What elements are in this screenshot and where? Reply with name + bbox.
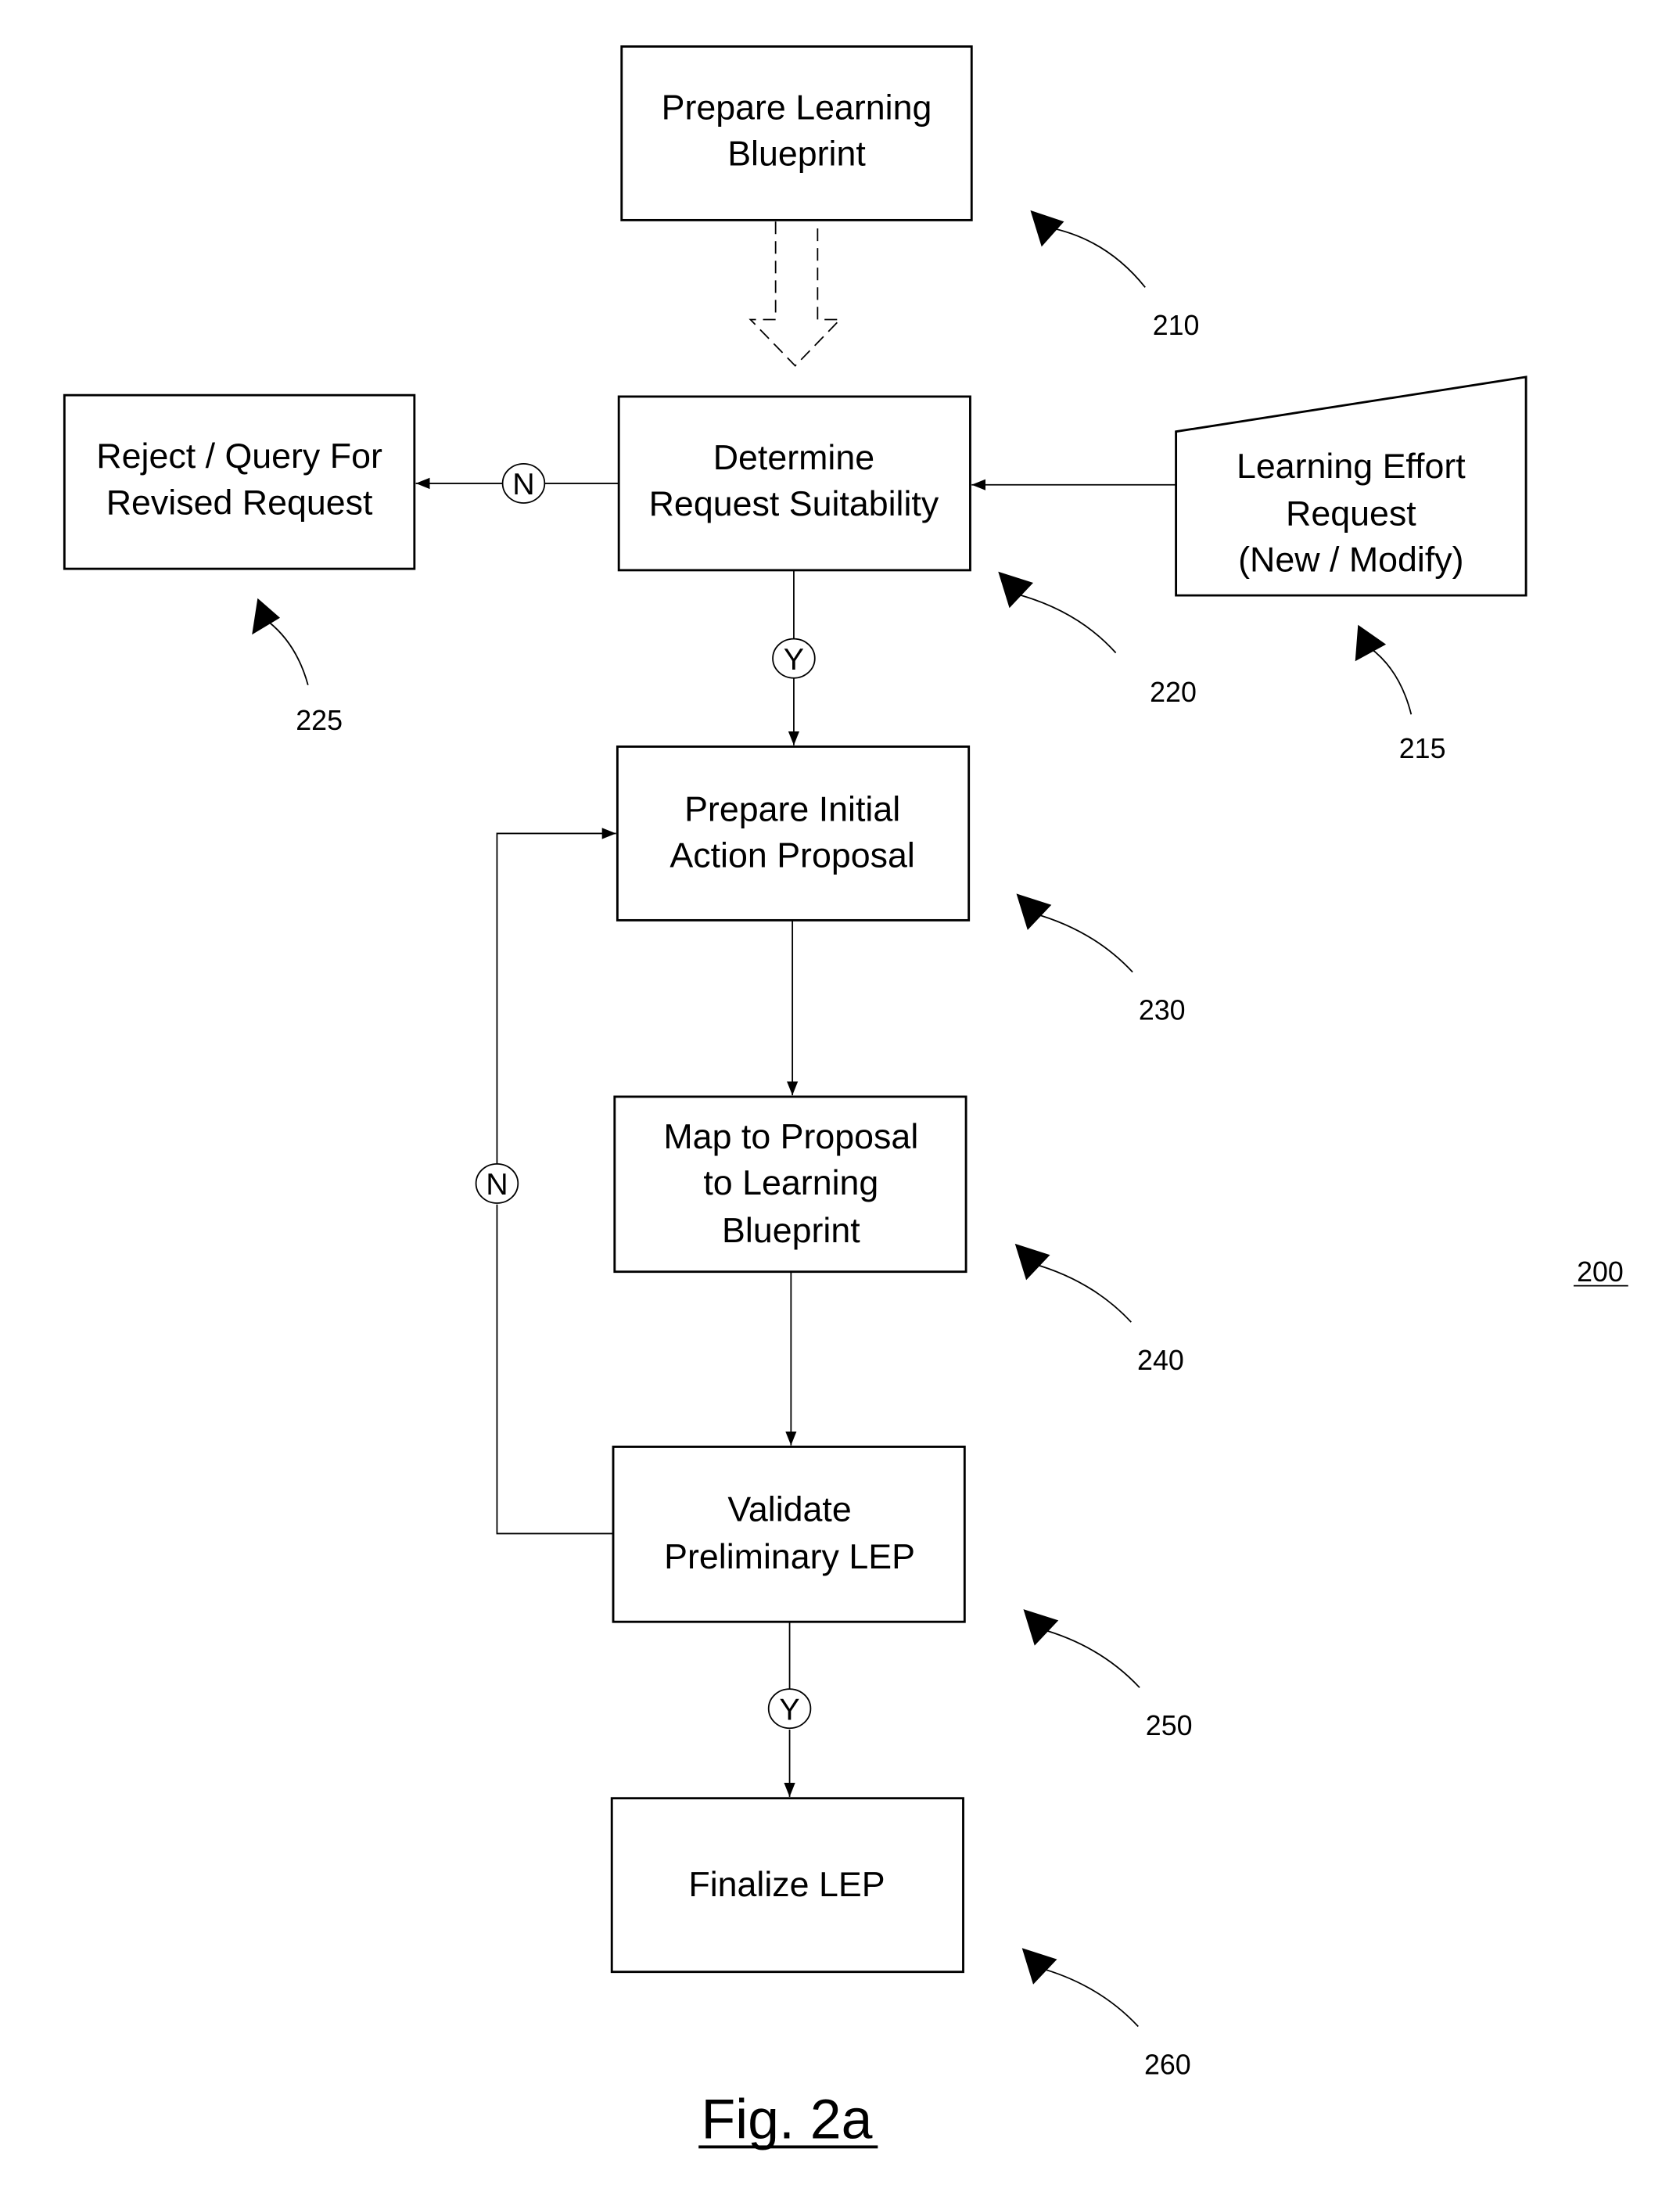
decision-label: Y (779, 1692, 799, 1726)
reference-number: 250 (1146, 1710, 1193, 1741)
node-label-line: Revised Request (106, 483, 373, 522)
node-label-line: (New / Modify) (1238, 541, 1463, 580)
node-prepare-initial-action-proposal: Prepare Initial Action Proposal (616, 746, 971, 922)
node-label-line: Prepare Learning (662, 88, 932, 128)
node-learning-effort-request: Learning Effort Request (New / Modify) (1175, 375, 1527, 597)
node-label-line: Request (1286, 494, 1416, 534)
decision-no-marker: N (501, 462, 546, 504)
decision-no-loop-marker: N (475, 1162, 519, 1204)
node-finalize-lep: Finalize LEP (610, 1797, 964, 1974)
node-label-line: Prepare Initial (684, 789, 900, 828)
decision-yes-marker: Y (767, 1688, 812, 1730)
leader-arrowhead-icon (1016, 893, 1052, 930)
reference-240: 240 (1014, 1243, 1184, 1376)
node-label-line: Action Proposal (669, 835, 914, 875)
leader-arrowhead-icon (1023, 1609, 1059, 1646)
leader-arrowhead-icon (1355, 624, 1387, 662)
reference-210: 210 (1030, 210, 1199, 341)
node-determine-request-suitability: Determine Request Suitability (617, 395, 971, 572)
node-label-line: Learning Effort (1237, 447, 1466, 486)
connector-line (496, 1204, 614, 1535)
reference-220: 220 (998, 571, 1197, 708)
node-label-line: Determine (713, 438, 874, 477)
reference-number: 215 (1399, 733, 1446, 764)
decision-label: N (512, 467, 534, 501)
node-validate-preliminary-lep: Validate Preliminary LEP (612, 1446, 966, 1623)
dashed-hollow-arrow (748, 221, 842, 367)
node-map-to-proposal: Map to Proposal to Learning Blueprint (613, 1095, 967, 1274)
node-reject-query: Reject / Query For Revised Request (63, 393, 416, 570)
reference-230: 230 (1016, 893, 1186, 1026)
leader-arrowhead-icon (1014, 1243, 1050, 1281)
leader-arrowhead-icon (252, 598, 280, 635)
reference-number: 220 (1150, 677, 1197, 708)
node-label-line: Blueprint (727, 135, 866, 174)
node-label-line: Validate (727, 1489, 851, 1529)
figure-caption: Fig. 2a (702, 2089, 873, 2151)
node-label-line: Reject / Query For (96, 437, 382, 476)
leader-arrowhead-icon (1021, 1948, 1057, 1985)
reference-215: 215 (1355, 624, 1446, 764)
reference-number: 210 (1153, 310, 1200, 341)
decision-label: Y (784, 642, 804, 677)
reference-225: 225 (252, 598, 343, 736)
reference-number: 225 (296, 705, 343, 736)
node-label-line: Request Suitability (649, 484, 939, 523)
decision-yes-marker: Y (772, 638, 816, 679)
node-label-line: Preliminary LEP (664, 1537, 915, 1576)
reference-number: 240 (1137, 1345, 1184, 1376)
node-label-line: Blueprint (722, 1211, 860, 1250)
reference-250: 250 (1023, 1609, 1193, 1741)
leader-arrowhead-icon (1030, 210, 1064, 247)
node-label-line: Finalize LEP (688, 1865, 885, 1904)
node-label-line: Map to Proposal (663, 1117, 918, 1156)
reference-number: 230 (1139, 994, 1186, 1026)
leader-arrowhead-icon (998, 571, 1034, 609)
connector-arrow (496, 828, 616, 1164)
node-prepare-learning-blueprint: Prepare Learning Blueprint (620, 45, 973, 221)
figure-reference-number: 200 (1577, 1256, 1624, 1288)
reference-260: 260 (1021, 1948, 1191, 2080)
reference-number: 260 (1144, 2049, 1191, 2080)
node-label-line: to Learning (703, 1163, 878, 1202)
decision-label: N (486, 1167, 508, 1202)
flowchart-diagram: Prepare Learning Blueprint Determine Req… (63, 45, 1628, 2151)
